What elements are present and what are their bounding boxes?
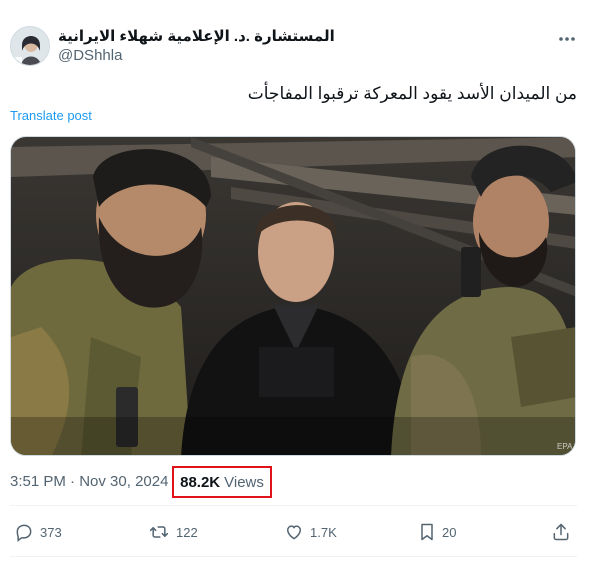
views-label: Views bbox=[224, 473, 264, 491]
views-highlight[interactable]: 88.2K Views bbox=[172, 466, 272, 498]
bookmark-button[interactable]: 20 bbox=[418, 514, 456, 550]
divider-top bbox=[10, 505, 577, 506]
reply-icon bbox=[14, 522, 34, 542]
translate-post-link[interactable]: Translate post bbox=[10, 108, 92, 123]
post-text: من الميدان الأسد يقود المعركة ترقبوا الم… bbox=[247, 84, 577, 103]
post-time: 3:51 PM bbox=[10, 473, 66, 490]
author-handle[interactable]: @DShhla bbox=[58, 47, 122, 64]
more-options-button[interactable] bbox=[553, 24, 581, 52]
post-date: Nov 30, 2024 bbox=[79, 473, 169, 490]
author-avatar[interactable] bbox=[10, 26, 50, 66]
repost-button[interactable]: 122 bbox=[148, 514, 198, 550]
more-dots-icon bbox=[558, 29, 576, 47]
share-button[interactable] bbox=[551, 514, 571, 550]
bookmark-count: 20 bbox=[442, 524, 457, 540]
post-timestamp[interactable]: 3:51 PM · Nov 30, 2024 bbox=[10, 473, 168, 490]
views-count: 88.2K bbox=[180, 473, 221, 491]
post-card: المستشارة .د. الإعلامية شهلاء الايرانية … bbox=[0, 0, 589, 570]
bookmark-icon bbox=[418, 522, 436, 542]
post-media-image[interactable]: EPA bbox=[10, 136, 576, 456]
heart-icon bbox=[284, 522, 304, 542]
repost-count: 122 bbox=[176, 524, 198, 540]
author-display-name[interactable]: المستشارة .د. الإعلامية شهلاء الايرانية bbox=[58, 27, 335, 45]
like-count: 1.7K bbox=[310, 524, 337, 540]
action-bar: 373 122 1.7K 20 bbox=[0, 514, 589, 550]
like-button[interactable]: 1.7K bbox=[284, 514, 337, 550]
media-watermark: EPA bbox=[557, 442, 573, 451]
meta-separator: · bbox=[65, 473, 80, 490]
share-icon bbox=[551, 522, 571, 542]
divider-bottom bbox=[10, 556, 577, 557]
reply-count: 373 bbox=[40, 524, 62, 540]
repost-icon bbox=[148, 522, 170, 542]
reply-button[interactable]: 373 bbox=[14, 514, 62, 550]
